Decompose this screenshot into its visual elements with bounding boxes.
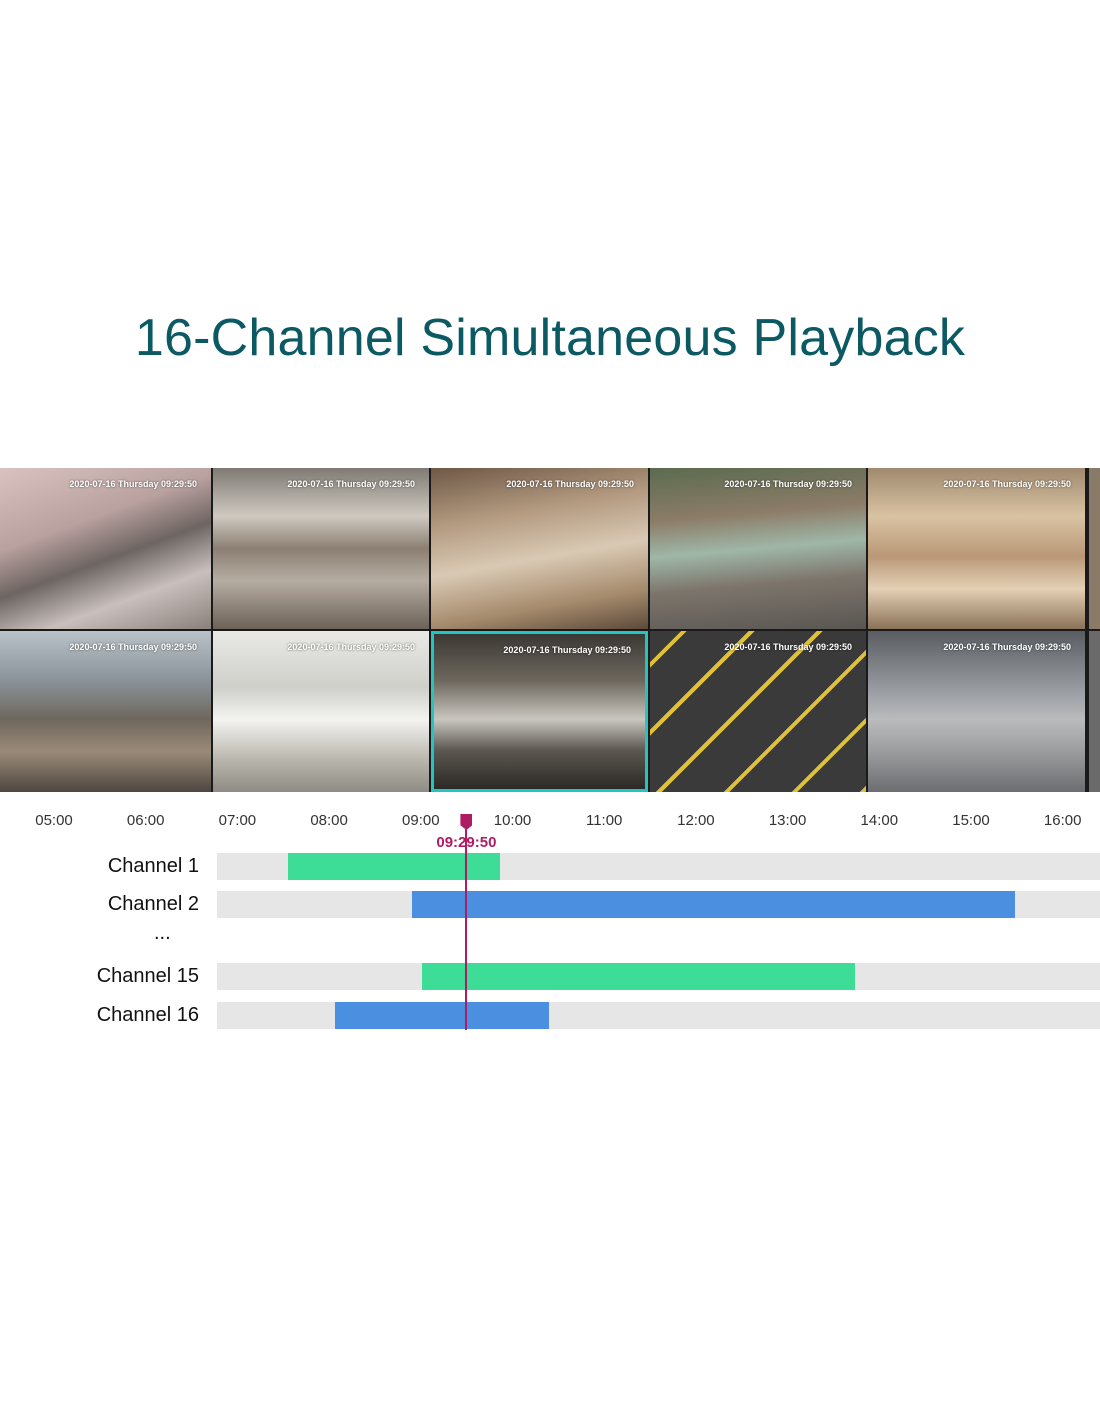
channel-ellipsis: ... bbox=[154, 922, 171, 944]
camera-feed-image bbox=[650, 468, 866, 629]
camera-tile-parking-lot[interactable]: 2020-07-16 Thursday 09:29:50 bbox=[650, 631, 866, 792]
camera-timestamp: 2020-07-16 Thursday 09:29:50 bbox=[724, 479, 852, 489]
camera-tile-museum-hall[interactable]: 2020-07-16 Thursday 09:29:50 bbox=[431, 468, 648, 629]
time-tick-label: 16:00 bbox=[1043, 812, 1082, 829]
playhead-time: 09:29:50 bbox=[436, 834, 497, 851]
time-tick-label: 12:00 bbox=[677, 812, 715, 829]
camera-timestamp: 2020-07-16 Thursday 09:29:50 bbox=[943, 479, 1071, 489]
camera-tile-shopping-arcade[interactable]: 2020-07-16 Thursday 09:29:50 bbox=[868, 468, 1085, 629]
camera-tile-glass-dome[interactable]: 2020-07-16 Thursday 09:29:50 bbox=[0, 631, 211, 792]
camera-timestamp: 2020-07-16 Thursday 09:29:50 bbox=[69, 479, 197, 489]
channel-label: Channel 2 bbox=[107, 893, 199, 915]
camera-timestamp: 2020-07-16 Thursday 09:29:50 bbox=[287, 479, 415, 489]
time-tick-label: 08:00 bbox=[310, 812, 348, 829]
camera-timestamp: 2020-07-16 Thursday 09:29:50 bbox=[503, 645, 631, 655]
page-title: 16-Channel Simultaneous Playback bbox=[134, 309, 966, 367]
camera-feed-image bbox=[431, 468, 648, 629]
camera-tile-parking-garage[interactable]: 2020-07-16 Thursday 09:29:50 bbox=[431, 631, 648, 792]
camera-feed-image bbox=[213, 631, 429, 792]
channel-label: Channel 1 bbox=[107, 855, 199, 877]
camera-feed-image bbox=[213, 468, 429, 629]
time-tick-label: 14:00 bbox=[860, 812, 899, 829]
camera-grid: 2020-07-16 Thursday 09:29:50 2020-07-16 T… bbox=[0, 468, 1100, 792]
channel-track[interactable] bbox=[217, 963, 1100, 990]
camera-feed-image bbox=[868, 468, 1085, 629]
time-tick-label: 15:00 bbox=[952, 812, 990, 829]
recording-segment[interactable] bbox=[287, 853, 501, 880]
channel-label: Channel 16 bbox=[96, 1004, 199, 1026]
playback-timeline[interactable]: ... 05:00 06:00 07:00 08:00 09:00 10:00 11:00 1… bbox=[0, 800, 1100, 1040]
camera-feed-image bbox=[0, 631, 211, 792]
playhead-line[interactable] bbox=[465, 828, 468, 1030]
camera-tile-mall-atrium[interactable]: 2020-07-16 Thursday 09:29:50 bbox=[213, 468, 429, 629]
camera-timestamp: 2020-07-16 Thursday 09:29:50 bbox=[724, 642, 852, 652]
camera-tile-partial bbox=[1089, 468, 1100, 629]
recording-segment[interactable] bbox=[335, 1002, 550, 1029]
camera-tile-partial bbox=[1089, 631, 1100, 792]
camera-tile-white-mall[interactable]: 2020-07-16 Thursday 09:29:50 bbox=[213, 631, 429, 792]
camera-feed-image bbox=[0, 468, 211, 629]
camera-timestamp: 2020-07-16 Thursday 09:29:50 bbox=[69, 642, 197, 652]
camera-tile-escalator[interactable]: 2020-07-16 Thursday 09:29:50 bbox=[0, 468, 211, 629]
camera-timestamp: 2020-07-16 Thursday 09:29:50 bbox=[943, 642, 1071, 652]
camera-tile-warehouse-parking[interactable]: 2020-07-16 Thursday 09:29:50 bbox=[868, 631, 1085, 792]
time-tick-label: 10:00 bbox=[493, 812, 532, 829]
channel-track[interactable] bbox=[217, 1002, 1100, 1029]
recording-segment[interactable] bbox=[422, 963, 855, 990]
camera-feed-image bbox=[434, 634, 645, 789]
recording-segment[interactable] bbox=[411, 891, 1016, 918]
time-tick-label: 09:00 bbox=[402, 812, 440, 829]
time-tick-label: 11:00 bbox=[585, 812, 623, 829]
time-tick-label: 07:00 bbox=[218, 812, 257, 829]
channel-label: Channel 15 bbox=[96, 965, 199, 987]
camera-tile-storefront[interactable]: 2020-07-16 Thursday 09:29:50 bbox=[650, 468, 866, 629]
time-tick-label: 05:00 bbox=[35, 812, 73, 829]
time-tick-label: 06:00 bbox=[126, 812, 165, 829]
channel-track[interactable] bbox=[217, 891, 1100, 918]
camera-timestamp: 2020-07-16 Thursday 09:29:50 bbox=[506, 479, 634, 489]
time-tick-label: 13:00 bbox=[768, 812, 807, 829]
camera-timestamp: 2020-07-16 Thursday 09:29:50 bbox=[287, 642, 415, 652]
camera-feed-image bbox=[650, 631, 866, 792]
camera-feed-image bbox=[868, 631, 1085, 792]
channel-track[interactable] bbox=[217, 853, 1100, 880]
